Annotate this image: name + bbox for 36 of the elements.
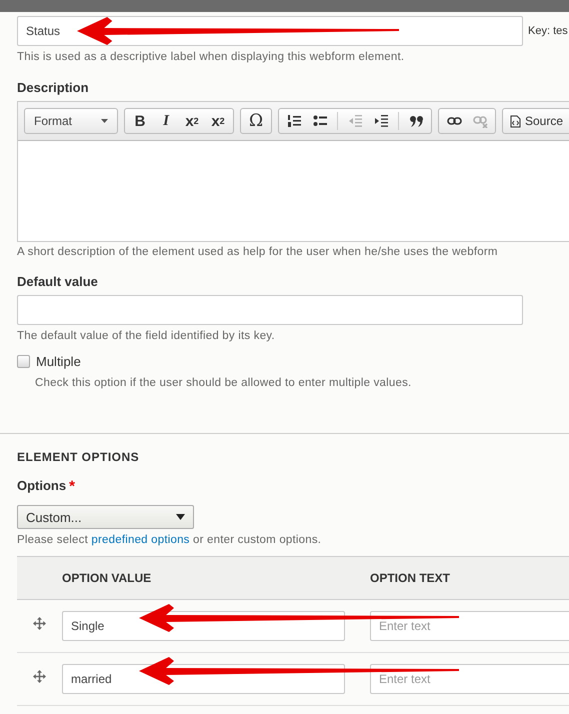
predefined-options-link[interactable]: predefined options <box>91 534 190 546</box>
drag-handle-icon[interactable] <box>32 670 46 683</box>
column-header: OPTION VALUE <box>61 556 369 600</box>
help-text: The default value of the field identified by its key. <box>17 330 276 342</box>
bulleted-list-icon <box>312 114 328 128</box>
quote-icon <box>408 114 424 128</box>
field-label: Description <box>17 80 90 95</box>
column-header: OPTION TEXT <box>369 556 569 600</box>
checkbox[interactable] <box>17 355 30 368</box>
checkbox-label: Multiple <box>36 354 81 369</box>
help-text: A short description of the element used as help for the user when he/she uses the webform <box>17 246 499 258</box>
source-button[interactable]: Source <box>506 110 568 132</box>
format-button[interactable]: x$^{2}$ <box>206 110 230 132</box>
special-character-button[interactable]: Ω <box>244 110 268 132</box>
outdent-icon <box>348 114 362 128</box>
unlink-icon <box>472 114 488 128</box>
required-mark: * <box>69 478 75 495</box>
format-button[interactable]: B <box>128 110 152 132</box>
numbered-list-icon <box>286 114 302 128</box>
caret-icon <box>101 119 108 123</box>
drag-handle-icon[interactable] <box>32 617 46 630</box>
section-heading: ELEMENT OPTIONS <box>17 450 140 464</box>
format-button[interactable]: I <box>154 110 178 132</box>
field-label: Default value <box>17 274 99 289</box>
indent-icon <box>374 114 388 128</box>
help-text: Check this option if the user should be allowed to enter multiple values. <box>35 377 412 389</box>
help-text: Please select predefined options or enter custom options. <box>17 534 322 546</box>
format-dropdown[interactable]: Format <box>28 110 114 132</box>
document-icon <box>510 114 521 128</box>
help-text: This is used as a descriptive label when displaying this webform element. <box>17 51 406 63</box>
key-text: Key: tes <box>528 25 568 37</box>
options-select[interactable]: Custom... <box>17 505 194 529</box>
field-label: Options <box>17 478 66 495</box>
input-field[interactable] <box>17 295 523 325</box>
caret-icon <box>176 514 185 520</box>
link-icon <box>446 114 462 128</box>
